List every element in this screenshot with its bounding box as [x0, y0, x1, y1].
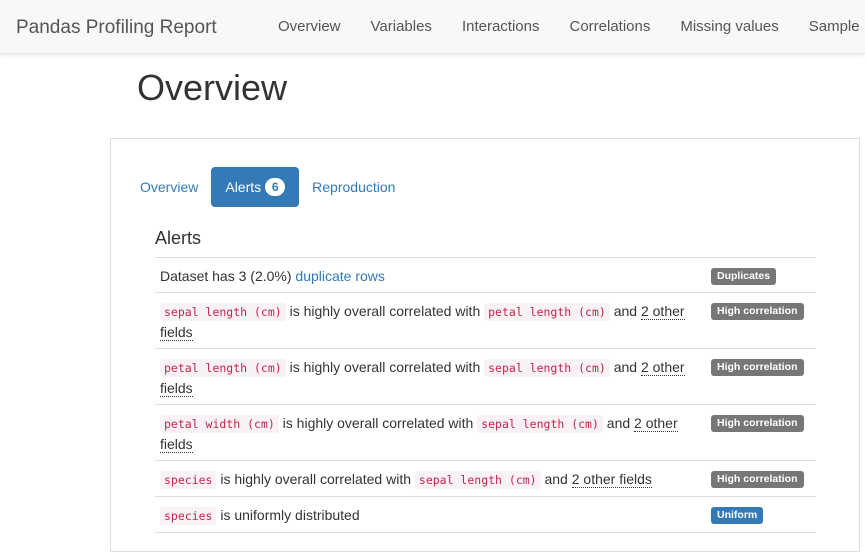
alert-text: Dataset has 3 (2.0%) duplicate rows [160, 266, 711, 286]
tab-alerts-label: Alerts [225, 179, 262, 195]
variable-name[interactable]: sepal length (cm) [414, 471, 541, 489]
alert-type-badge: High correlation [711, 415, 804, 432]
alerts-table: Dataset has 3 (2.0%) duplicate rows Dupl… [155, 257, 816, 533]
alert-text: petal length (cm) is highly overall corr… [160, 357, 711, 398]
alert-text: species is uniformly distributed [160, 505, 711, 526]
alerts-count-badge: 6 [265, 178, 286, 196]
alert-row-uniform: species is uniformly distributed Uniform [155, 497, 816, 533]
navbar: Pandas Profiling Report Overview Variabl… [0, 0, 865, 54]
other-fields-abbr[interactable]: 2 other fields [571, 471, 652, 488]
duplicate-rows-link[interactable]: duplicate rows [295, 268, 385, 284]
nav-link-correlations[interactable]: Correlations [554, 0, 665, 53]
variable-name[interactable]: petal length (cm) [160, 359, 286, 377]
overview-panel: Overview Alerts 6 Reproduction Alerts Dat… [110, 138, 860, 552]
nav-link-interactions[interactable]: Interactions [447, 0, 555, 53]
alert-text-segment: and [609, 303, 641, 319]
alert-row-correlation: sepal length (cm) is highly overall corr… [155, 293, 816, 349]
alert-type-badge: High correlation [711, 471, 804, 488]
variable-name[interactable]: petal width (cm) [160, 415, 279, 433]
alert-text: sepal length (cm) is highly overall corr… [160, 301, 711, 342]
alert-type-badge: Uniform [711, 507, 764, 524]
navbar-brand[interactable]: Pandas Profiling Report [16, 16, 217, 40]
alert-badge-cell: Uniform [711, 505, 811, 524]
page-title: Overview [137, 67, 288, 108]
alert-type-badge: Duplicates [711, 268, 777, 285]
nav-link-missing-values[interactable]: Missing values [665, 0, 793, 53]
alerts-heading: Alerts [155, 228, 202, 248]
overview-tabs: Overview Alerts 6 Reproduction [127, 167, 408, 207]
tab-overview-label: Overview [140, 179, 199, 195]
alert-type-badge: High correlation [711, 359, 804, 376]
alert-text-segment: is highly overall correlated with [216, 471, 415, 487]
variable-name[interactable]: sepal length (cm) [477, 415, 603, 433]
nav-links: Overview Variables Interactions Correlat… [263, 0, 865, 53]
alert-badge-cell: High correlation [711, 301, 811, 320]
alert-text-segment: and [540, 471, 572, 487]
tab-alerts[interactable]: Alerts 6 [211, 167, 300, 207]
alert-row-duplicates: Dataset has 3 (2.0%) duplicate rows Dupl… [155, 258, 816, 293]
alert-row-correlation: species is highly overall correlated wit… [155, 461, 816, 497]
nav-link-sample[interactable]: Sample [794, 0, 865, 53]
alert-text-segment: is highly overall correlated with [278, 415, 478, 431]
alert-row-correlation: petal length (cm) is highly overall corr… [155, 349, 816, 405]
alert-text-segment: is highly overall correlated with [285, 303, 485, 319]
alert-badge-cell: High correlation [711, 413, 811, 432]
variable-name[interactable]: species [160, 507, 217, 525]
nav-link-overview[interactable]: Overview [263, 0, 356, 53]
tab-reproduction[interactable]: Reproduction [299, 167, 408, 207]
variable-name[interactable]: sepal length (cm) [160, 303, 286, 321]
alert-text: petal width (cm) is highly overall corre… [160, 413, 711, 454]
alert-badge-cell: High correlation [711, 469, 811, 488]
alert-text-segment: is highly overall correlated with [285, 359, 485, 375]
alert-badge-cell: Duplicates [711, 266, 811, 285]
tab-reproduction-label: Reproduction [312, 179, 396, 195]
nav-link-variables[interactable]: Variables [356, 0, 447, 53]
alert-row-correlation: petal width (cm) is highly overall corre… [155, 405, 816, 461]
variable-name[interactable]: petal length (cm) [484, 303, 610, 321]
alert-text-segment: and [609, 359, 641, 375]
variable-name[interactable]: sepal length (cm) [484, 359, 610, 377]
alert-text-segment: is uniformly distributed [216, 507, 360, 523]
alert-type-badge: High correlation [711, 303, 804, 320]
alert-text: species is highly overall correlated wit… [160, 469, 711, 490]
alert-text-segment: and [602, 415, 635, 431]
tab-overview[interactable]: Overview [127, 167, 211, 207]
alert-text-segment: Dataset has 3 (2.0%) [160, 268, 296, 284]
variable-name[interactable]: species [160, 471, 217, 489]
alert-badge-cell: High correlation [711, 357, 811, 376]
